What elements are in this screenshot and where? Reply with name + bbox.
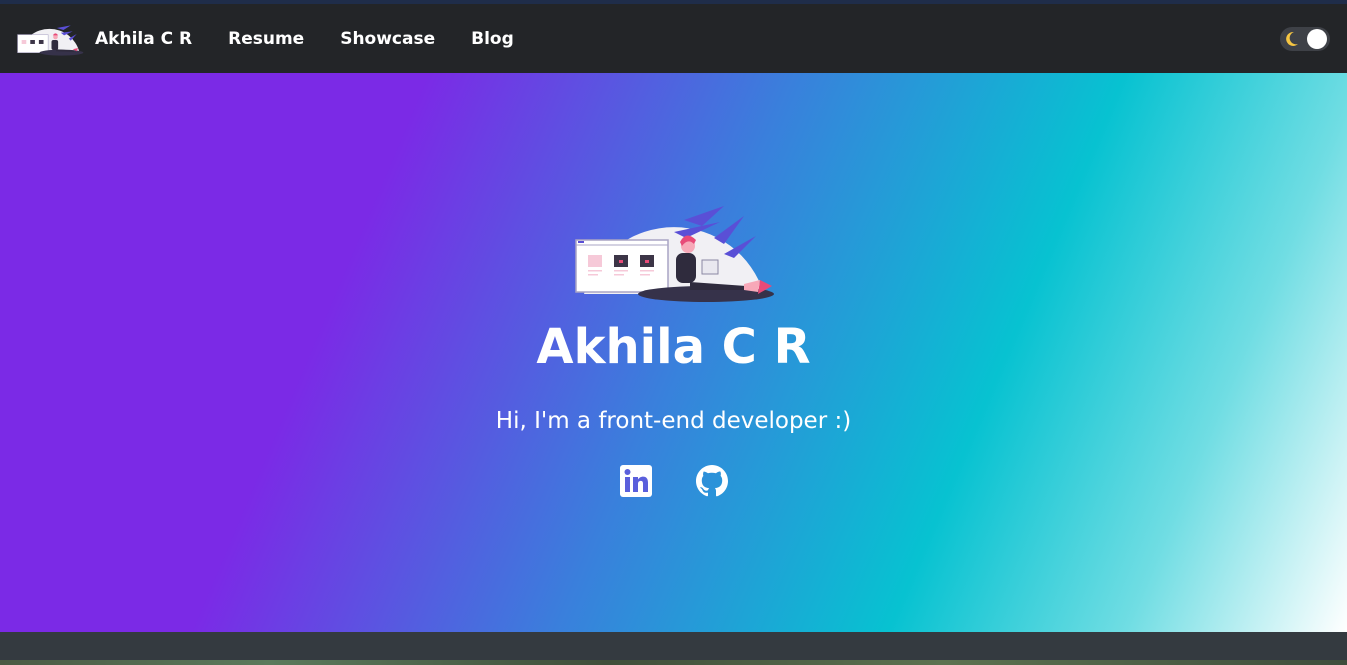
linkedin-link[interactable] xyxy=(619,464,653,498)
navbar: Akhila C R Resume Showcase Blog xyxy=(0,4,1347,73)
hero-subtitle: Hi, I'm a front-end developer :) xyxy=(495,408,852,434)
nav-link-showcase[interactable]: Showcase xyxy=(340,29,435,49)
github-icon xyxy=(695,465,728,497)
hero-illustration xyxy=(575,206,774,302)
github-link[interactable] xyxy=(695,464,729,498)
theme-toggle[interactable] xyxy=(1280,27,1330,51)
linkedin-icon xyxy=(619,465,652,497)
toggle-knob xyxy=(1307,29,1327,49)
nav-link-resume[interactable]: Resume xyxy=(228,29,304,49)
social-links xyxy=(0,464,1347,498)
hero-section: Akhila C R Hi, I'm a front-end developer… xyxy=(0,73,1347,632)
brand-logo xyxy=(17,24,84,56)
taskbar-edge xyxy=(0,660,1347,665)
moon-icon xyxy=(1286,31,1298,46)
hero-title: Akhila C R xyxy=(536,319,811,375)
brand-link[interactable]: Akhila C R xyxy=(17,20,192,58)
brand-name: Akhila C R xyxy=(95,28,193,49)
nav-link-blog[interactable]: Blog xyxy=(471,29,514,49)
